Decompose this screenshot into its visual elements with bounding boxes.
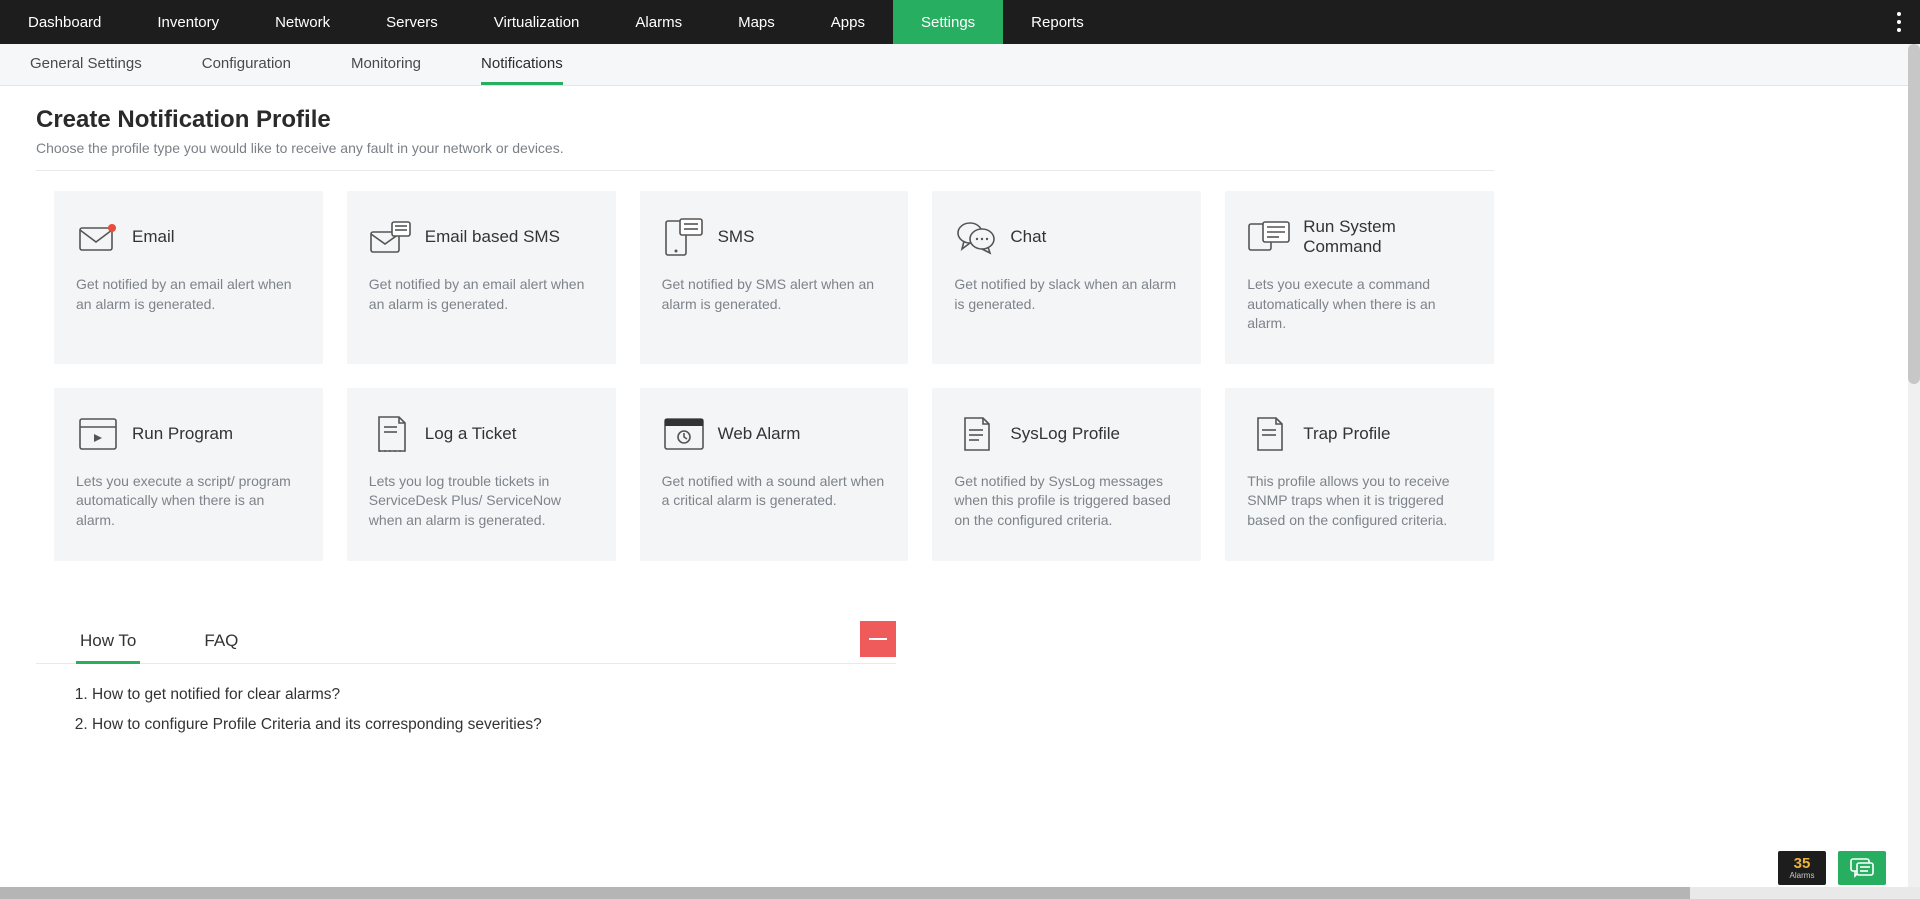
email-sms-icon — [369, 215, 413, 259]
card-title: SMS — [718, 227, 755, 247]
chat-support-button[interactable] — [1838, 851, 1886, 885]
nav-apps[interactable]: Apps — [803, 0, 893, 44]
card-title: Chat — [1010, 227, 1046, 247]
card-desc: Get notified by an email alert when an a… — [369, 275, 594, 314]
vertical-scrollbar[interactable] — [1908, 44, 1920, 887]
profile-web-alarm[interactable]: Web Alarm Get notified with a sound aler… — [640, 388, 909, 561]
email-icon — [76, 215, 120, 259]
subnav-general-settings[interactable]: General Settings — [30, 44, 142, 85]
help-list: How to get notified for clear alarms? Ho… — [36, 664, 896, 734]
nav-maps[interactable]: Maps — [710, 0, 803, 44]
syslog-icon — [954, 412, 998, 456]
divider — [36, 170, 1494, 171]
nav-inventory[interactable]: Inventory — [129, 0, 247, 44]
ticket-icon — [369, 412, 413, 456]
profile-email-sms[interactable]: Email based SMS Get notified by an email… — [347, 191, 616, 364]
nav-settings[interactable]: Settings — [893, 0, 1003, 44]
help-tab-howto[interactable]: How To — [76, 621, 140, 664]
nav-network[interactable]: Network — [247, 0, 358, 44]
horizontal-scrollbar[interactable] — [0, 887, 1920, 899]
card-desc: Get notified by SMS alert when an alarm … — [662, 275, 887, 314]
trap-icon — [1247, 412, 1291, 456]
alarm-count: 35 — [1794, 856, 1811, 871]
profile-sms[interactable]: SMS Get notified by SMS alert when an al… — [640, 191, 909, 364]
chat-icon — [954, 215, 998, 259]
content-area: Create Notification Profile Choose the p… — [0, 86, 1530, 806]
card-desc: Get notified by slack when an alarm is g… — [954, 275, 1179, 314]
card-title: Trap Profile — [1303, 424, 1390, 444]
nav-reports[interactable]: Reports — [1003, 0, 1112, 44]
sms-icon — [662, 215, 706, 259]
card-title: Email based SMS — [425, 227, 560, 247]
alarm-label: Alarms — [1790, 871, 1815, 880]
help-section: How To FAQ How to get notified for clear… — [36, 621, 896, 734]
command-icon — [1247, 215, 1291, 259]
subnav-configuration[interactable]: Configuration — [202, 44, 291, 85]
card-title: Run Program — [132, 424, 233, 444]
collapse-help-button[interactable] — [860, 621, 896, 657]
card-desc: Lets you log trouble tickets in ServiceD… — [369, 472, 594, 531]
top-nav: Dashboard Inventory Network Servers Virt… — [0, 0, 1920, 44]
page-subtitle: Choose the profile type you would like t… — [36, 140, 1494, 156]
card-title: SysLog Profile — [1010, 424, 1120, 444]
card-desc: Lets you execute a command automatically… — [1247, 275, 1472, 334]
card-desc: Lets you execute a script/ program autom… — [76, 472, 301, 531]
nav-virtualization[interactable]: Virtualization — [466, 0, 608, 44]
profile-log-ticket[interactable]: Log a Ticket Lets you log trouble ticket… — [347, 388, 616, 561]
card-desc: This profile allows you to receive SNMP … — [1247, 472, 1472, 531]
subnav-monitoring[interactable]: Monitoring — [351, 44, 421, 85]
nav-alarms[interactable]: Alarms — [607, 0, 710, 44]
subnav-notifications[interactable]: Notifications — [481, 44, 563, 85]
nav-dashboard[interactable]: Dashboard — [0, 0, 129, 44]
kebab-menu-icon[interactable] — [1896, 0, 1902, 44]
howto-item[interactable]: How to configure Profile Criteria and it… — [92, 716, 896, 734]
card-title: Log a Ticket — [425, 424, 517, 444]
profile-grid: Email Get notified by an email alert whe… — [54, 191, 1494, 561]
help-tabs: How To FAQ — [36, 621, 896, 664]
web-alarm-icon — [662, 412, 706, 456]
profile-chat[interactable]: Chat Get notified by slack when an alarm… — [932, 191, 1201, 364]
card-title: Email — [132, 227, 175, 247]
howto-item[interactable]: How to get notified for clear alarms? — [92, 686, 896, 704]
page-title: Create Notification Profile — [36, 106, 1494, 134]
profile-trap[interactable]: Trap Profile This profile allows you to … — [1225, 388, 1494, 561]
program-icon — [76, 412, 120, 456]
profile-email[interactable]: Email Get notified by an email alert whe… — [54, 191, 323, 364]
card-desc: Get notified by SysLog messages when thi… — [954, 472, 1179, 531]
vertical-scrollbar-thumb[interactable] — [1908, 44, 1920, 384]
card-title: Run System Command — [1303, 217, 1472, 257]
chat-bubble-icon — [1850, 858, 1874, 878]
card-desc: Get notified by an email alert when an a… — [76, 275, 301, 314]
profile-run-command[interactable]: Run System Command Lets you execute a co… — [1225, 191, 1494, 364]
card-desc: Get notified with a sound alert when a c… — [662, 472, 887, 511]
card-title: Web Alarm — [718, 424, 801, 444]
profile-syslog[interactable]: SysLog Profile Get notified by SysLog me… — [932, 388, 1201, 561]
help-tab-faq[interactable]: FAQ — [200, 621, 242, 664]
alarm-count-badge[interactable]: 35 Alarms — [1778, 851, 1826, 885]
sub-nav: General Settings Configuration Monitorin… — [0, 44, 1920, 86]
profile-run-program[interactable]: Run Program Lets you execute a script/ p… — [54, 388, 323, 561]
nav-servers[interactable]: Servers — [358, 0, 466, 44]
horizontal-scrollbar-thumb[interactable] — [0, 887, 1690, 899]
